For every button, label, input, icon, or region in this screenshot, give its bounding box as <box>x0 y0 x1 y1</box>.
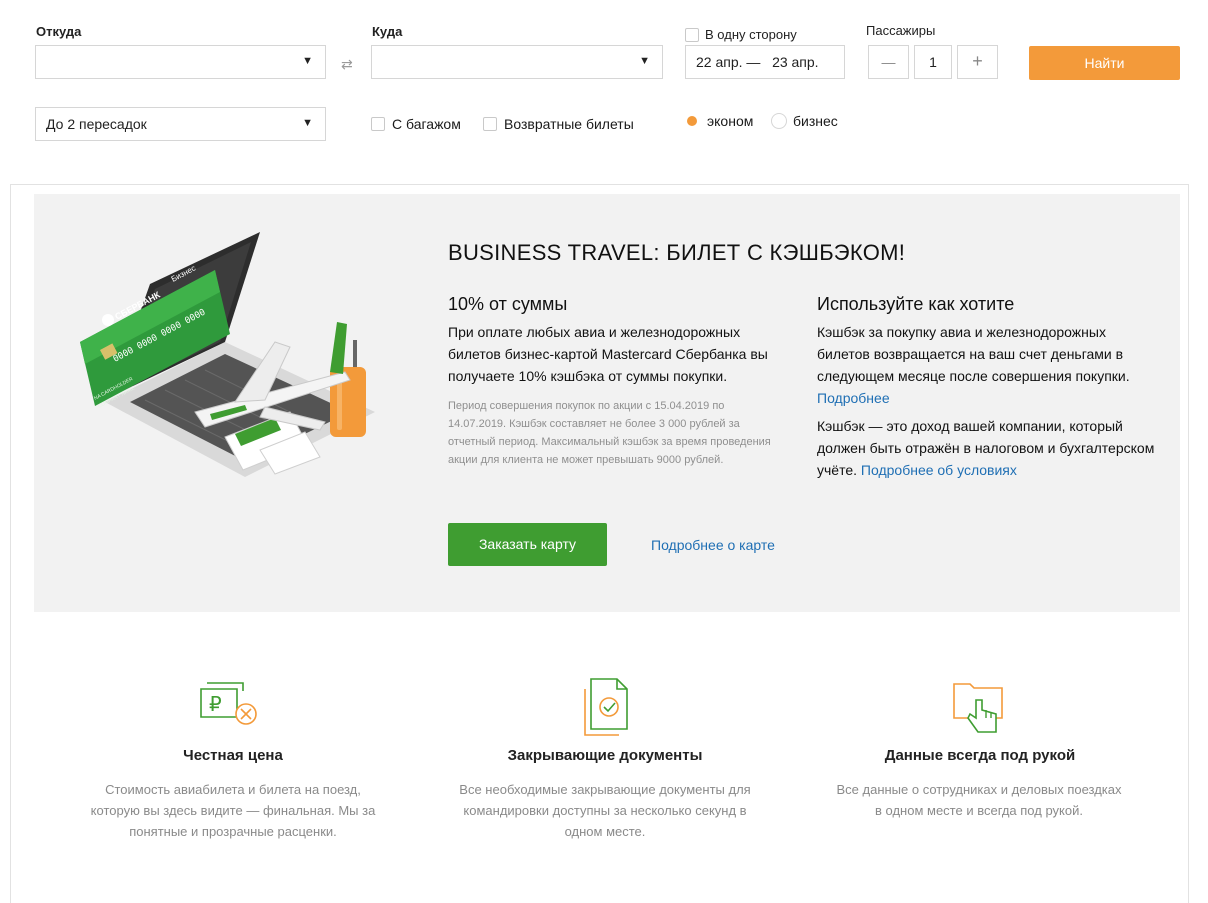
return-option[interactable]: Возвратные билеты <box>483 116 634 132</box>
cashback-tax-text: Кэшбэк — это доход вашей компании, котор… <box>817 415 1162 481</box>
class-business-option[interactable]: бизнес <box>771 113 838 129</box>
econom-label: эконом <box>707 113 754 129</box>
feature-title: Честная цена <box>183 747 283 764</box>
business-label: бизнес <box>793 113 838 129</box>
document-check-icon <box>584 678 628 736</box>
use-as-you-like-heading: Используйте как хотите <box>817 294 1015 314</box>
return-checkbox[interactable] <box>483 117 497 131</box>
feature-title: Данные всегда под рукой <box>884 747 1076 764</box>
folder-hand-icon <box>953 683 1003 733</box>
chevron-down-icon: ▼ <box>639 55 650 67</box>
return-label: Возвратные билеты <box>504 116 634 132</box>
cashback-percent-heading: 10% от суммы <box>448 294 568 314</box>
dates-field[interactable]: 22 апр. — 23 апр. <box>685 45 845 79</box>
to-label: Куда <box>372 24 403 39</box>
passengers-count[interactable]: 1 <box>914 45 952 79</box>
feature-text: Стоимость авиабилета и билета на поезд, … <box>90 782 376 839</box>
radio-unselected[interactable] <box>771 113 787 129</box>
feature-text: Все данные о сотрудниках и деловых поезд… <box>836 782 1122 818</box>
from-label: Откуда <box>36 24 82 39</box>
chevron-down-icon: ▼ <box>302 55 313 67</box>
from-select[interactable]: ▼ <box>35 45 326 79</box>
feature-title: Закрывающие документы <box>507 747 703 764</box>
cashback-description: При оплате любых авиа и железнодорожных … <box>448 324 768 384</box>
baggage-option[interactable]: С багажом <box>371 116 461 132</box>
card-details-link[interactable]: Подробнее о карте <box>651 537 775 553</box>
one-way-option[interactable]: В одну сторону <box>685 27 797 42</box>
transfers-select[interactable]: До 2 пересадок ▼ <box>35 107 326 141</box>
passengers-minus-button[interactable]: — <box>868 45 909 79</box>
one-way-checkbox[interactable] <box>685 27 699 42</box>
terms-link[interactable]: Подробнее об условиях <box>861 462 1017 478</box>
svg-text:₽: ₽ <box>209 692 222 716</box>
passengers-label: Пассажиры <box>866 23 936 38</box>
more-info-link[interactable]: Подробнее <box>817 390 890 406</box>
one-way-label: В одну сторону <box>705 27 797 42</box>
feature-text: Все необходимые закрывающие документы дл… <box>459 782 751 839</box>
cashback-return-description: Кэшбэк за покупку авиа и железнодорожных… <box>817 324 1130 384</box>
promo-title: BUSINESS TRAVEL: БИЛЕТ С КЭШБЭКОМ! <box>448 240 906 265</box>
promo-illustration: СБЕРБАНК Бизнес 0000 0000 0000 0000 NA C… <box>80 232 375 477</box>
cashback-return-text: Кэшбэк за покупку авиа и железнодорожных… <box>817 321 1162 409</box>
to-select[interactable]: ▼ <box>371 45 663 79</box>
baggage-label: С багажом <box>392 116 461 132</box>
dates-value: 22 апр. — 23 апр. <box>696 54 819 70</box>
ruble-price-icon: ₽ <box>200 682 257 725</box>
passengers-plus-button[interactable]: + <box>957 45 998 79</box>
transfers-value: До 2 пересадок <box>46 116 147 132</box>
class-econom-option[interactable]: эконом <box>684 113 753 129</box>
promo-terms: Период совершения покупок по акции с 15.… <box>448 400 771 466</box>
baggage-checkbox[interactable] <box>371 117 385 131</box>
find-button[interactable]: Найти <box>1029 46 1180 80</box>
radio-selected[interactable] <box>684 113 700 129</box>
swap-icon[interactable]: ⇄ <box>341 56 353 73</box>
chevron-down-icon: ▼ <box>302 117 313 129</box>
order-card-button[interactable]: Заказать карту <box>448 523 607 566</box>
